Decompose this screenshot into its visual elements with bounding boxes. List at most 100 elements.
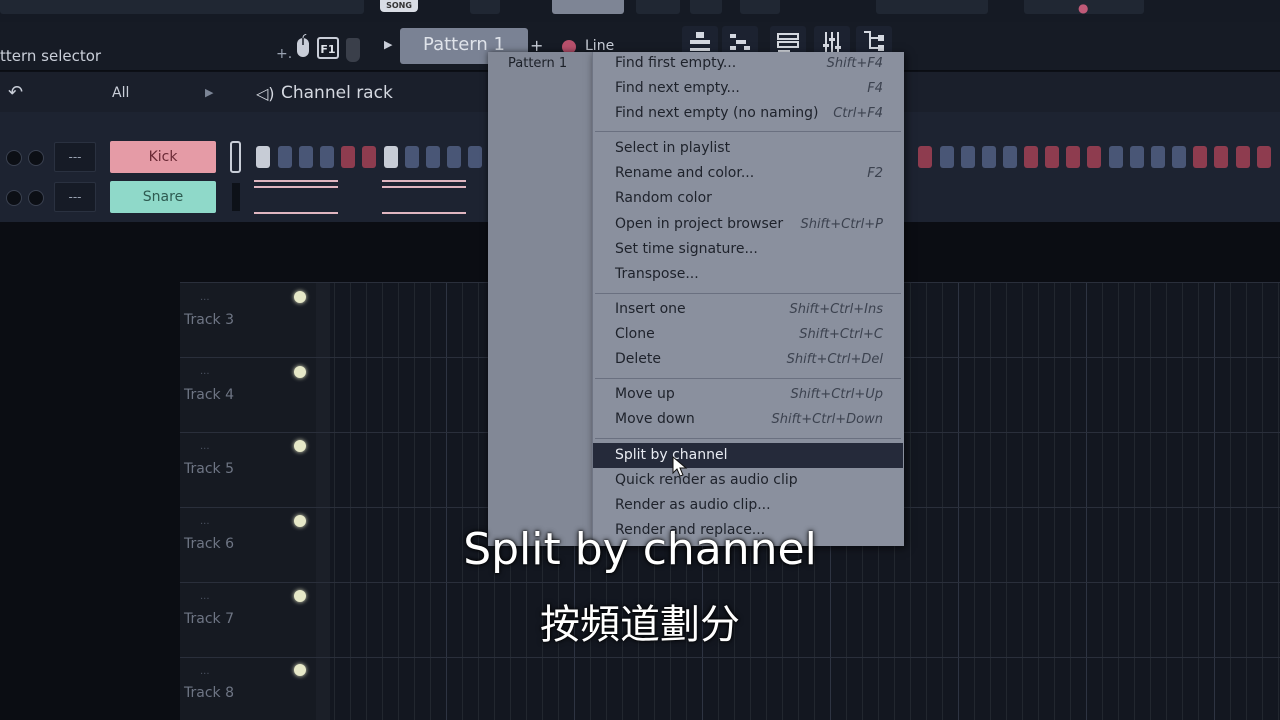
- step-button[interactable]: [468, 146, 482, 168]
- menu-item-label: Select in playlist: [615, 140, 731, 156]
- mouse-cursor-icon: [672, 455, 688, 478]
- mixer-track-selector[interactable]: ---: [54, 182, 96, 212]
- step-button[interactable]: [1087, 146, 1101, 168]
- subtitle-english: Split by channel: [463, 524, 817, 575]
- step-button[interactable]: [447, 146, 461, 168]
- undo-icon[interactable]: ↶: [8, 82, 23, 103]
- step-button[interactable]: [426, 146, 440, 168]
- track-label[interactable]: Track 4: [184, 387, 234, 403]
- step-button[interactable]: [320, 146, 334, 168]
- track-dots: ...: [200, 666, 210, 677]
- drag-handle-icon[interactable]: [346, 38, 360, 62]
- menu-item-find-next-empty-no-naming[interactable]: Find next empty (no naming) Ctrl+F4: [593, 101, 903, 126]
- menu-item-move-down[interactable]: Move down Shift+Ctrl+Down: [593, 407, 903, 432]
- menu-item-move-up[interactable]: Move up Shift+Ctrl+Up: [593, 382, 903, 407]
- step-button[interactable]: [1257, 146, 1271, 168]
- channel-button-snare[interactable]: Snare: [110, 181, 216, 213]
- track-separator: [180, 582, 1280, 583]
- step-button[interactable]: [918, 146, 932, 168]
- step-button[interactable]: [1003, 146, 1017, 168]
- step-button[interactable]: [341, 146, 355, 168]
- menu-item-insert-one[interactable]: Insert one Shift+Ctrl+Ins: [593, 297, 903, 322]
- track-dots: ...: [200, 441, 210, 452]
- step-button[interactable]: [1109, 146, 1123, 168]
- piano-roll-preview[interactable]: [382, 180, 466, 214]
- piano-roll-preview[interactable]: [254, 180, 338, 214]
- menu-separator: [595, 131, 901, 132]
- menu-item-shortcut: Shift+F4: [826, 56, 883, 71]
- mouse-icon: [296, 33, 310, 58]
- eye-icon[interactable]: ●: [1078, 2, 1092, 14]
- filter-arrow-icon[interactable]: ▶: [205, 86, 213, 99]
- menu-item-select-in-playlist[interactable]: Select in playlist: [593, 136, 903, 161]
- step-button[interactable]: [1151, 146, 1165, 168]
- menu-item-label: Move down: [615, 411, 695, 427]
- menu-item-find-next-empty[interactable]: Find next empty... F4: [593, 76, 903, 101]
- channel-select-indicator[interactable]: [230, 141, 241, 173]
- volume-knob[interactable]: [28, 190, 44, 206]
- track-label[interactable]: Track 5: [184, 461, 234, 477]
- menu-item-render-as-audio-clip[interactable]: Render as audio clip...: [593, 493, 903, 518]
- menu-item-rename-and-color[interactable]: Rename and color... F2: [593, 161, 903, 186]
- menu-item-quick-render-as-audio-clip[interactable]: Quick render as audio clip: [593, 468, 903, 493]
- menu-item-find-first-empty[interactable]: Find first empty... Shift+F4: [593, 51, 903, 76]
- pattern-menu-arrow-icon[interactable]: ▶: [384, 38, 392, 51]
- step-button[interactable]: [362, 146, 376, 168]
- pan-knob[interactable]: [6, 190, 22, 206]
- track-mute-led[interactable]: [294, 366, 306, 378]
- step-button[interactable]: [384, 146, 398, 168]
- menu-item-shortcut: F4: [867, 81, 883, 96]
- menu-item-label: Transpose...: [615, 266, 699, 282]
- menu-item-label: Find next empty (no naming): [615, 105, 819, 121]
- step-button[interactable]: [1172, 146, 1186, 168]
- plus-icon[interactable]: +.: [276, 46, 292, 62]
- step-button[interactable]: [1193, 146, 1207, 168]
- track-label[interactable]: Track 8: [184, 685, 234, 701]
- step-button[interactable]: [982, 146, 996, 168]
- menu-item-shortcut: Shift+Ctrl+Down: [771, 412, 883, 427]
- step-button[interactable]: [1024, 146, 1038, 168]
- step-button[interactable]: [1130, 146, 1144, 168]
- channel-rack-title: Channel rack: [281, 83, 393, 103]
- step-button[interactable]: [1236, 146, 1250, 168]
- channel-select-indicator[interactable]: [232, 183, 240, 211]
- grid-edge: [316, 282, 330, 720]
- menu-item-shortcut: Shift+Ctrl+C: [799, 327, 883, 342]
- menu-item-label: Insert one: [615, 301, 686, 317]
- menu-item-shortcut: Shift+Ctrl+P: [800, 217, 883, 232]
- step-button[interactable]: [1066, 146, 1080, 168]
- menu-item-transpose[interactable]: Transpose...: [593, 262, 903, 287]
- menu-item-open-in-project-browser[interactable]: Open in project browser Shift+Ctrl+P: [593, 212, 903, 237]
- pan-knob[interactable]: [6, 150, 22, 166]
- step-button[interactable]: [1214, 146, 1228, 168]
- mixer-track-selector[interactable]: ---: [54, 142, 96, 172]
- song-mode-badge[interactable]: SONG: [380, 0, 418, 12]
- step-button[interactable]: [961, 146, 975, 168]
- step-button[interactable]: [299, 146, 313, 168]
- f1-shortcut-badge: F1: [317, 37, 339, 59]
- volume-knob[interactable]: [28, 150, 44, 166]
- menu-item-random-color[interactable]: Random color: [593, 186, 903, 211]
- menu-item-label: Render as audio clip...: [615, 497, 771, 513]
- menu-item-shortcut: Ctrl+F4: [833, 106, 883, 121]
- menu-item-shortcut: F2: [867, 166, 883, 181]
- channel-filter-select[interactable]: All: [112, 85, 129, 101]
- menu-item-label: Random color: [615, 190, 712, 206]
- menu-item-label: Open in project browser: [615, 216, 784, 232]
- step-button[interactable]: [278, 146, 292, 168]
- track-mute-led[interactable]: [294, 664, 306, 676]
- track-label[interactable]: Track 3: [184, 312, 234, 328]
- menu-item-split-by-channel[interactable]: Split by channel: [593, 443, 903, 468]
- menu-item-delete[interactable]: Delete Shift+Ctrl+Del: [593, 347, 903, 372]
- track-mute-led[interactable]: [294, 440, 306, 452]
- menu-separator: [595, 438, 901, 439]
- track-mute-led[interactable]: [294, 291, 306, 303]
- step-button[interactable]: [1045, 146, 1059, 168]
- step-button[interactable]: [940, 146, 954, 168]
- menu-item-clone[interactable]: Clone Shift+Ctrl+C: [593, 322, 903, 347]
- step-button[interactable]: [405, 146, 419, 168]
- channel-button-kick[interactable]: Kick: [110, 141, 216, 173]
- pattern-list-item[interactable]: Pattern 1: [508, 56, 567, 71]
- step-button[interactable]: [256, 146, 270, 168]
- menu-item-set-time-signature[interactable]: Set time signature...: [593, 237, 903, 262]
